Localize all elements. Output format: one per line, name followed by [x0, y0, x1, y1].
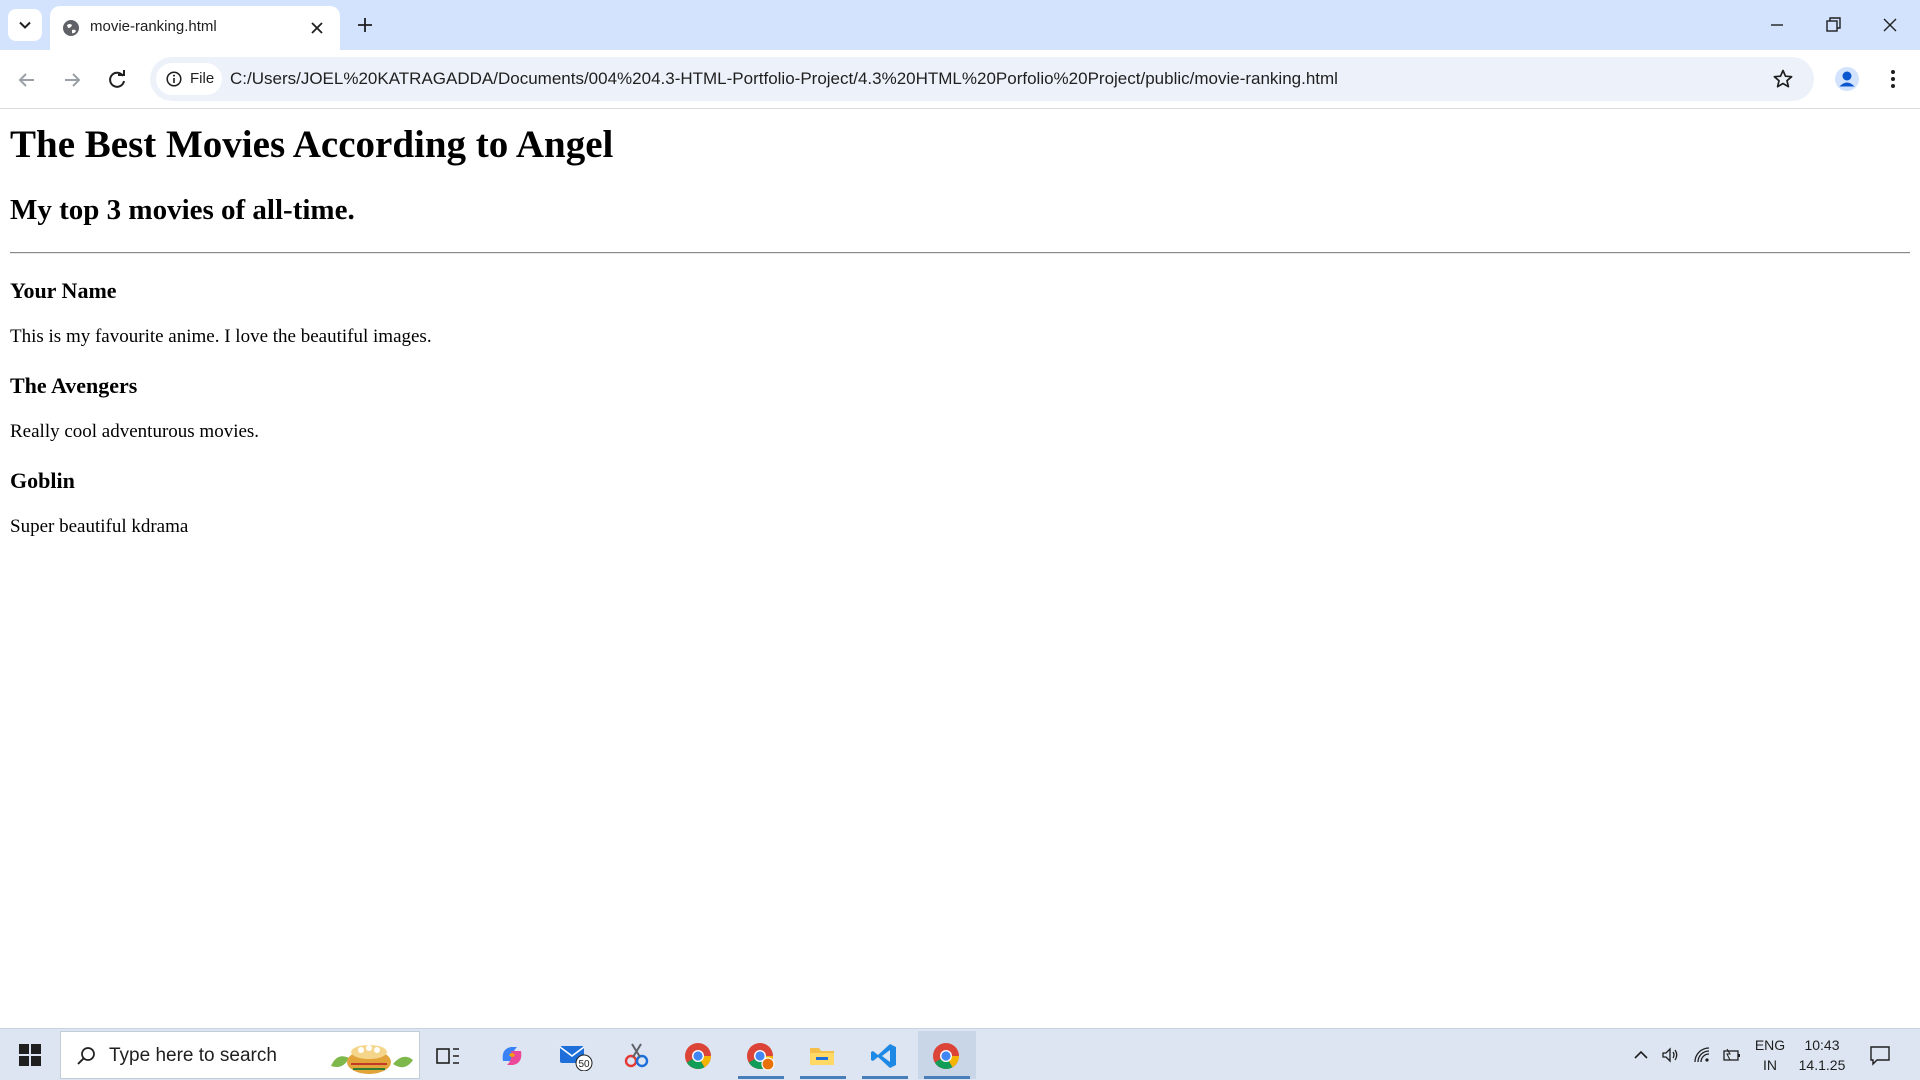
url-text[interactable]: C:/Users/JOEL%20KATRAGADDA/Documents/004… — [230, 69, 1338, 89]
running-indicator — [800, 1076, 846, 1079]
wifi-icon[interactable] — [1692, 1045, 1712, 1065]
movie-description-3: Super beautiful kdrama — [10, 516, 189, 538]
chevron-down-icon — [19, 21, 31, 29]
more-menu-icon[interactable] — [1884, 66, 1902, 92]
chrome-profile-icon — [747, 1043, 775, 1071]
file-explorer-button[interactable] — [794, 1031, 852, 1079]
page-subtitle: My top 3 movies of all-time. — [10, 193, 355, 226]
bookmark-star-icon[interactable] — [1772, 68, 1794, 90]
clock-date: 14.1.25 — [1798, 1057, 1846, 1073]
tab-search-button[interactable] — [8, 9, 42, 41]
task-view-icon — [436, 1048, 459, 1064]
minimize-icon[interactable] — [1766, 14, 1788, 36]
windows-start-icon[interactable] — [18, 1043, 42, 1067]
search-placeholder: Type here to search — [109, 1045, 277, 1066]
chrome-button-active[interactable] — [918, 1031, 976, 1079]
close-icon[interactable] — [308, 19, 326, 37]
mail-app-button[interactable]: 50 — [546, 1031, 604, 1079]
browser-tab-strip: movie-ranking.html — [0, 0, 1920, 50]
folder-icon — [810, 1048, 834, 1065]
reload-icon[interactable] — [104, 67, 130, 93]
clock[interactable]: 10:43 14.1.25 — [1796, 1035, 1848, 1075]
movie-title-1: Your Name — [10, 277, 117, 303]
chrome-icon — [933, 1043, 959, 1069]
search-highlight-illustration — [331, 1045, 413, 1074]
browser-tab-active[interactable]: movie-ranking.html — [50, 6, 340, 50]
site-info-chip[interactable]: File — [156, 63, 222, 95]
language-code: ENG — [1754, 1037, 1786, 1053]
forward-arrow-icon[interactable] — [59, 67, 85, 93]
region-code: IN — [1763, 1057, 1777, 1073]
movie-description-1: This is my favourite anime. I love the b… — [10, 325, 432, 347]
movie-title-2: The Avengers — [10, 372, 138, 398]
page-title: The Best Movies According to Angel — [10, 123, 614, 166]
new-tab-icon[interactable] — [354, 14, 376, 36]
battery-icon[interactable] — [1722, 1045, 1742, 1065]
search-icon — [77, 1047, 95, 1065]
globe-icon — [63, 20, 79, 36]
movie-description-2: Really cool adventurous movies. — [10, 421, 260, 443]
snipping-tool-icon — [624, 1043, 649, 1068]
close-window-icon[interactable] — [1879, 14, 1901, 36]
web-page-content: The Best Movies According to Angel My to… — [0, 110, 1920, 1028]
mail-badge: 50 — [578, 1059, 590, 1070]
clock-time: 10:43 — [1804, 1037, 1840, 1053]
movie-title-3: Goblin — [10, 467, 75, 493]
chrome-profile-button[interactable] — [732, 1031, 790, 1079]
copilot-button[interactable] — [484, 1031, 542, 1079]
back-arrow-icon[interactable] — [14, 67, 40, 93]
vscode-icon — [871, 1044, 896, 1068]
speaker-icon[interactable] — [1660, 1045, 1680, 1065]
snipping-tool-button[interactable] — [608, 1031, 666, 1079]
chrome-icon — [685, 1043, 711, 1069]
chevron-up-icon[interactable] — [1631, 1045, 1651, 1065]
info-icon — [166, 71, 182, 87]
site-chip-label: File — [190, 70, 215, 87]
language-indicator[interactable]: ENG IN — [1752, 1035, 1788, 1075]
task-view-button[interactable] — [420, 1031, 478, 1079]
running-indicator — [924, 1076, 970, 1079]
vscode-button[interactable] — [856, 1031, 914, 1079]
running-indicator — [738, 1076, 784, 1079]
taskbar: Type here to search 50 ENG IN 10:43 14.1… — [0, 1028, 1920, 1080]
notification-icon[interactable] — [1868, 1043, 1892, 1067]
mail-icon: 50 — [559, 1046, 593, 1071]
tab-title: movie-ranking.html — [90, 18, 217, 35]
chrome-button-1[interactable] — [670, 1031, 728, 1079]
restore-icon[interactable] — [1822, 14, 1844, 36]
copilot-icon — [502, 1047, 522, 1065]
browser-toolbar: File C:/Users/JOEL%20KATRAGADDA/Document… — [0, 50, 1920, 109]
taskbar-search-box[interactable]: Type here to search — [60, 1031, 420, 1079]
divider — [10, 251, 1910, 254]
profile-avatar-icon[interactable] — [1834, 66, 1860, 92]
running-indicator — [862, 1076, 908, 1079]
address-bar[interactable]: File C:/Users/JOEL%20KATRAGADDA/Document… — [150, 57, 1814, 101]
